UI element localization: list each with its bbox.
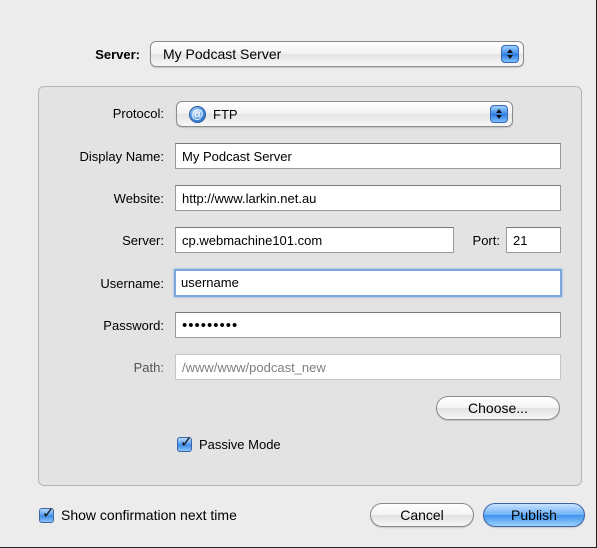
website-field[interactable]: http://www.larkin.net.au (175, 185, 561, 211)
checkmark-icon: ✓ (42, 505, 55, 522)
protocol-select[interactable]: @ FTP (176, 101, 513, 127)
server-select-value: My Podcast Server (163, 46, 282, 62)
server-field[interactable]: cp.webmachine101.com (175, 227, 454, 253)
port-field[interactable]: 21 (506, 227, 561, 253)
popup-arrows-icon (490, 105, 508, 123)
display-name-label: Display Name: (79, 149, 164, 164)
path-field: /www/www/podcast_new (175, 354, 561, 380)
password-dots: ••••••••• (182, 317, 239, 334)
path-label: Path: (133, 360, 164, 375)
protocol-select-value: FTP (213, 107, 238, 122)
dialog-window: Server: My Podcast Server Protocol: @ FT… (0, 0, 597, 548)
passive-mode-label: Passive Mode (199, 437, 281, 452)
publish-button[interactable]: Publish (483, 503, 585, 527)
website-label: Website: (113, 191, 164, 206)
choose-button[interactable]: Choose... (436, 396, 560, 420)
server-select[interactable]: My Podcast Server (150, 41, 524, 67)
passive-mode-checkbox[interactable]: ✓ (177, 434, 193, 452)
username-label: Username: (100, 276, 164, 291)
display-name-field[interactable]: My Podcast Server (175, 143, 561, 169)
port-label: Port: (472, 233, 500, 248)
server-label: Server: (122, 233, 164, 248)
show-confirmation-label: Show confirmation next time (61, 507, 237, 523)
show-confirmation-checkbox[interactable]: ✓ (39, 505, 55, 523)
username-field[interactable]: username (174, 269, 562, 297)
popup-arrows-icon (501, 45, 519, 63)
cancel-button[interactable]: Cancel (370, 503, 474, 527)
at-sign-icon: @ (189, 106, 206, 123)
protocol-label: Protocol: (112, 106, 164, 121)
password-label: Password: (103, 318, 164, 333)
password-field[interactable]: ••••••••• (175, 312, 561, 338)
server-select-label: Server: (95, 47, 140, 62)
checkmark-icon: ✓ (180, 434, 193, 451)
